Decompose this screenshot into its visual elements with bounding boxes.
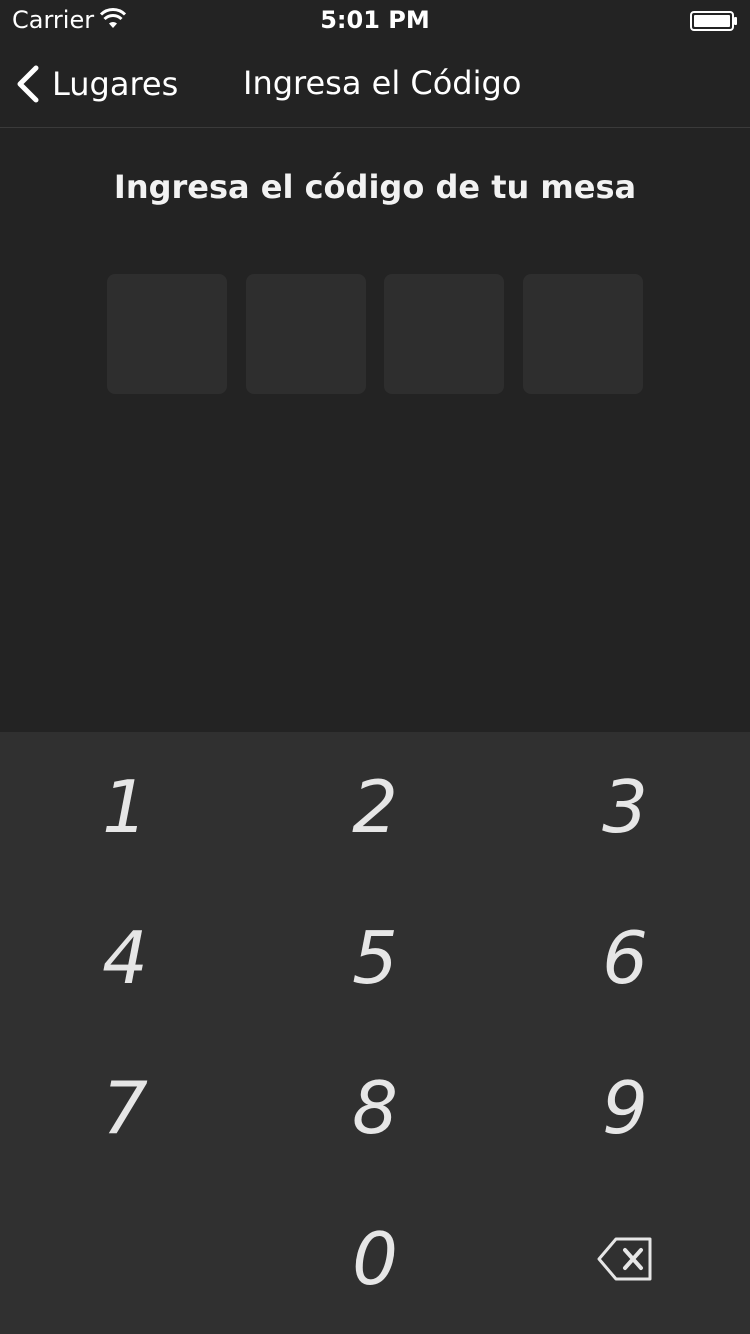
- numeric-keypad: 1 2 3 4 5 6 7 8 9 0: [0, 732, 750, 1334]
- status-time: 5:01 PM: [320, 6, 430, 34]
- keypad-key-6[interactable]: 6: [500, 883, 750, 1034]
- code-digit-box-3[interactable]: [384, 274, 505, 394]
- instruction-heading: Ingresa el código de tu mesa: [113, 168, 637, 206]
- keypad-key-7[interactable]: 7: [0, 1033, 250, 1184]
- code-input-group: [107, 274, 643, 394]
- keypad-key-2[interactable]: 2: [250, 732, 500, 883]
- code-digit-box-4[interactable]: [522, 274, 643, 394]
- chevron-left-icon: [17, 65, 39, 103]
- keypad-key-4[interactable]: 4: [0, 883, 250, 1034]
- backspace-icon: [597, 1237, 652, 1281]
- keypad-key-1[interactable]: 1: [0, 732, 250, 883]
- keypad-key-0[interactable]: 0: [250, 1184, 500, 1334]
- keypad-delete-button[interactable]: [500, 1184, 750, 1334]
- code-digit-box-1[interactable]: [107, 274, 227, 394]
- back-button-label: Lugares: [52, 65, 179, 103]
- keypad-key-9[interactable]: 9: [500, 1033, 750, 1184]
- status-bar: Carrier 5:01 PM: [0, 0, 750, 40]
- code-entry-screen: Carrier 5:01 PM Lugares Ingresa el Códig…: [0, 0, 750, 1334]
- keypad-key-5[interactable]: 5: [250, 883, 500, 1034]
- back-button[interactable]: Lugares: [14, 62, 178, 106]
- keypad-key-3[interactable]: 3: [500, 732, 750, 883]
- keypad-key-8[interactable]: 8: [250, 1033, 500, 1184]
- navigation-bar: Lugares Ingresa el Código: [0, 40, 750, 128]
- keypad-blank: [0, 1184, 250, 1334]
- page-title: Ingresa el Código: [243, 64, 522, 102]
- battery-icon: [690, 11, 737, 31]
- code-digit-box-2[interactable]: [245, 274, 366, 394]
